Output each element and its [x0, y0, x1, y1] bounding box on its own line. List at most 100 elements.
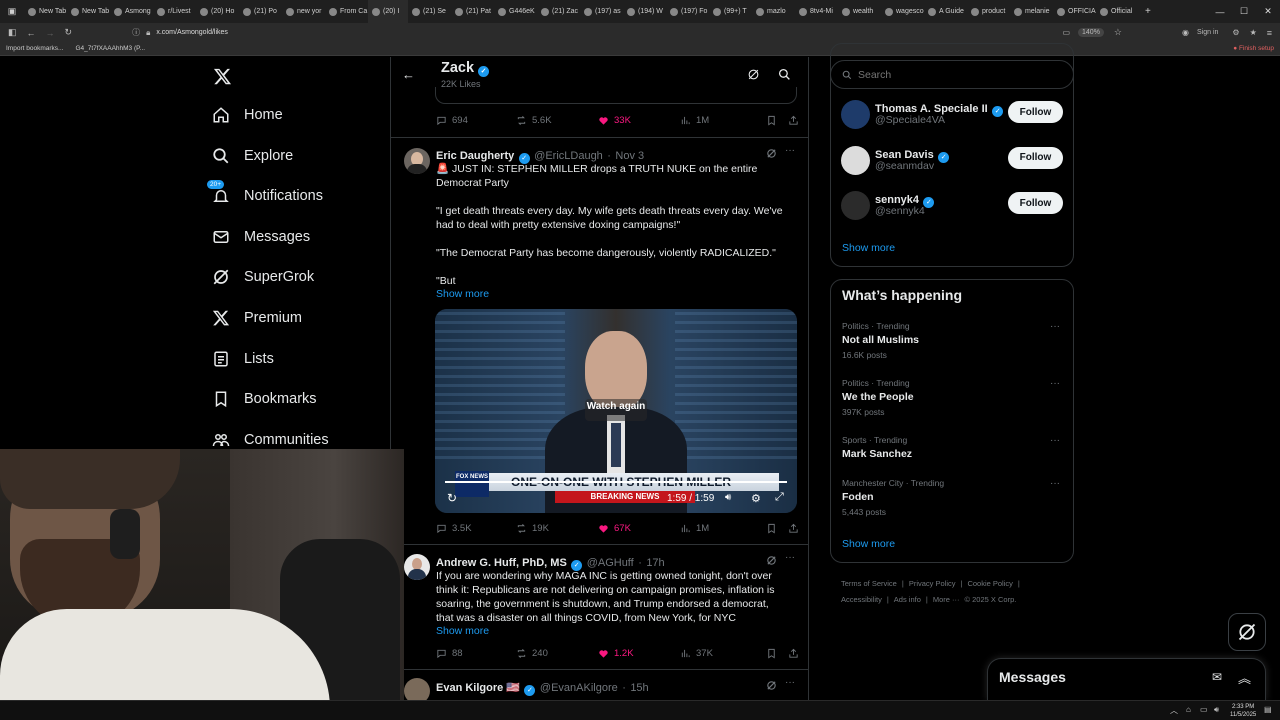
tweet-author-handle[interactable]: @AGHuff — [587, 557, 634, 569]
browser-tab[interactable]: (197) as — [580, 0, 623, 23]
grok-icon[interactable] — [766, 680, 777, 691]
views-action[interactable]: 1M — [680, 523, 766, 534]
replies-action[interactable]: 694 — [436, 115, 516, 126]
reposts-action[interactable]: 19K — [516, 523, 598, 534]
share-action[interactable] — [788, 115, 799, 126]
more-icon[interactable]: ··· — [785, 552, 795, 563]
nav-item-messages[interactable]: Messages — [212, 228, 310, 246]
grok-icon[interactable] — [766, 148, 777, 159]
browser-tab[interactable]: From Ca — [325, 0, 368, 23]
sign-in-button[interactable]: Sign in — [1197, 29, 1218, 36]
volume-icon[interactable]: 🔊︎ — [725, 492, 731, 503]
views-action[interactable]: 1M — [680, 115, 766, 126]
browser-tab[interactable]: New Tab — [24, 0, 67, 23]
video-progress-bar[interactable] — [445, 481, 787, 483]
tray-network-icon[interactable]: ⌂ — [1186, 705, 1191, 714]
browser-tab[interactable]: product — [967, 0, 1010, 23]
avatar[interactable] — [841, 145, 870, 175]
likes-action[interactable]: 33K — [598, 115, 680, 126]
follow-button[interactable]: Follow — [1008, 192, 1063, 214]
more-icon[interactable]: ··· — [1050, 478, 1060, 489]
notification-center-icon[interactable]: ▤ — [1264, 705, 1272, 714]
browser-tab[interactable]: (20) Ho — [196, 0, 239, 23]
tweet-timestamp[interactable]: 17h — [646, 557, 664, 569]
site-info-icon[interactable]: ⓘ — [132, 27, 140, 38]
nav-item-communities[interactable]: Communities — [212, 431, 329, 449]
footer-link[interactable]: Privacy Policy — [909, 579, 956, 588]
browser-tab[interactable]: mazlo — [752, 0, 795, 23]
browser-tab[interactable]: G446eK — [494, 0, 537, 23]
nav-item-bookmarks[interactable]: Bookmarks — [212, 390, 317, 408]
clock[interactable]: 2:33 PM 11/5/2025 — [1230, 703, 1256, 719]
zoom-badge[interactable]: 140% — [1078, 28, 1104, 37]
browser-tab[interactable]: Official — [1096, 0, 1139, 23]
browser-tab[interactable]: New Tab — [67, 0, 110, 23]
bookmark-item-image[interactable]: G4_7t7fXAAAhhM3 (P... — [75, 45, 145, 52]
minimize-icon[interactable]: — — [1208, 0, 1232, 23]
grok-icon[interactable] — [747, 68, 760, 81]
new-tab-icon[interactable]: + — [1145, 6, 1151, 17]
nav-item-lists[interactable]: Lists — [212, 350, 274, 368]
browser-tab[interactable]: OFFICIA — [1053, 0, 1096, 23]
back-arrow-icon[interactable]: ← — [402, 67, 415, 82]
more-icon[interactable]: ··· — [785, 145, 795, 156]
browser-tab[interactable]: (21) Se — [408, 0, 451, 23]
finish-setup-button[interactable]: ● Finish setup — [1233, 45, 1274, 52]
avatar[interactable] — [404, 148, 430, 174]
tweet-author-name[interactable]: Andrew G. Huff, PhD, MS — [436, 557, 567, 569]
reposts-action[interactable]: 240 — [516, 648, 598, 659]
nav-item-premium[interactable]: Premium — [212, 309, 302, 327]
browser-tab[interactable]: melanie — [1010, 0, 1053, 23]
sidebar-toggle-icon[interactable]: ◧ — [8, 27, 17, 38]
reload-icon[interactable]: ↻ — [65, 27, 73, 38]
url-field[interactable]: x.com/Asmongold/likes — [156, 29, 228, 36]
avatar[interactable] — [841, 191, 870, 220]
browser-tab[interactable]: 8tv4-Mi — [795, 0, 838, 23]
replies-action[interactable]: 3.5K — [436, 523, 516, 534]
grok-button[interactable] — [1228, 613, 1266, 651]
forward-icon[interactable]: → — [46, 28, 55, 38]
browser-tab[interactable]: Asmong — [110, 0, 153, 23]
show-more-link[interactable]: Show more — [436, 288, 489, 300]
browser-tab[interactable]: (99+) T — [709, 0, 752, 23]
reposts-action[interactable]: 5.6K — [516, 115, 598, 126]
tab-actions-icon[interactable]: ▣ — [0, 6, 24, 17]
bookmark-action[interactable] — [766, 115, 788, 126]
follow-button[interactable]: Follow — [1008, 146, 1063, 169]
tweet-author-handle[interactable]: @EvanAKilgore — [540, 682, 618, 694]
views-action[interactable]: 37K — [680, 648, 766, 659]
tweet-author-handle[interactable]: @EricLDaugh — [534, 150, 603, 162]
menu-icon[interactable]: ≡ — [1267, 28, 1272, 38]
tray-chevron-icon[interactable]: ︿ — [1170, 705, 1178, 716]
browser-tab[interactable]: r/Livest — [153, 0, 196, 23]
tweet-author-name[interactable]: Evan Kilgore 🇺🇸 — [436, 682, 520, 694]
footer-link[interactable]: Accessibility — [841, 595, 882, 604]
maximize-icon[interactable]: ☐ — [1232, 0, 1256, 23]
share-action[interactable] — [788, 648, 799, 659]
nav-item-supergrok[interactable]: SuperGrok — [212, 268, 314, 286]
more-icon[interactable]: ··· — [1050, 435, 1060, 446]
browser-tab[interactable]: A Guide — [924, 0, 967, 23]
expand-icon[interactable]: ︽ — [1238, 668, 1251, 687]
browser-tab[interactable]: (20) I — [368, 0, 408, 23]
browser-tab[interactable]: (21) Pat — [451, 0, 494, 23]
more-icon[interactable]: ··· — [1050, 321, 1060, 332]
fullscreen-icon[interactable]: ⤢ — [775, 491, 784, 504]
tray-monitor-icon[interactable]: ▭ — [1200, 705, 1208, 714]
settings-icon[interactable]: ⚙ — [751, 492, 761, 505]
replay-icon[interactable]: ↻ — [447, 491, 457, 505]
trends-show-more[interactable]: Show more — [842, 538, 895, 550]
browser-tab[interactable]: (194) W — [623, 0, 666, 23]
star-icon[interactable]: ☆ — [1114, 27, 1122, 38]
x-logo-icon[interactable] — [213, 67, 232, 86]
extensions-icon[interactable]: ⚙ — [1232, 28, 1239, 37]
browser-tab[interactable]: (21) Zac — [537, 0, 580, 23]
back-icon[interactable]: ← — [27, 28, 36, 38]
replies-action[interactable]: 88 — [436, 648, 516, 659]
follow-show-more[interactable]: Show more — [842, 242, 895, 254]
messages-drawer[interactable]: Messages ✉ ︽ — [987, 658, 1266, 700]
new-message-icon[interactable]: ✉ — [1212, 670, 1222, 684]
video-player[interactable]: Watch again ONE-ON-ONE WITH STEPHEN MILL… — [435, 309, 797, 513]
browser-tab[interactable]: new yor — [282, 0, 325, 23]
more-icon[interactable]: ··· — [1050, 378, 1060, 389]
